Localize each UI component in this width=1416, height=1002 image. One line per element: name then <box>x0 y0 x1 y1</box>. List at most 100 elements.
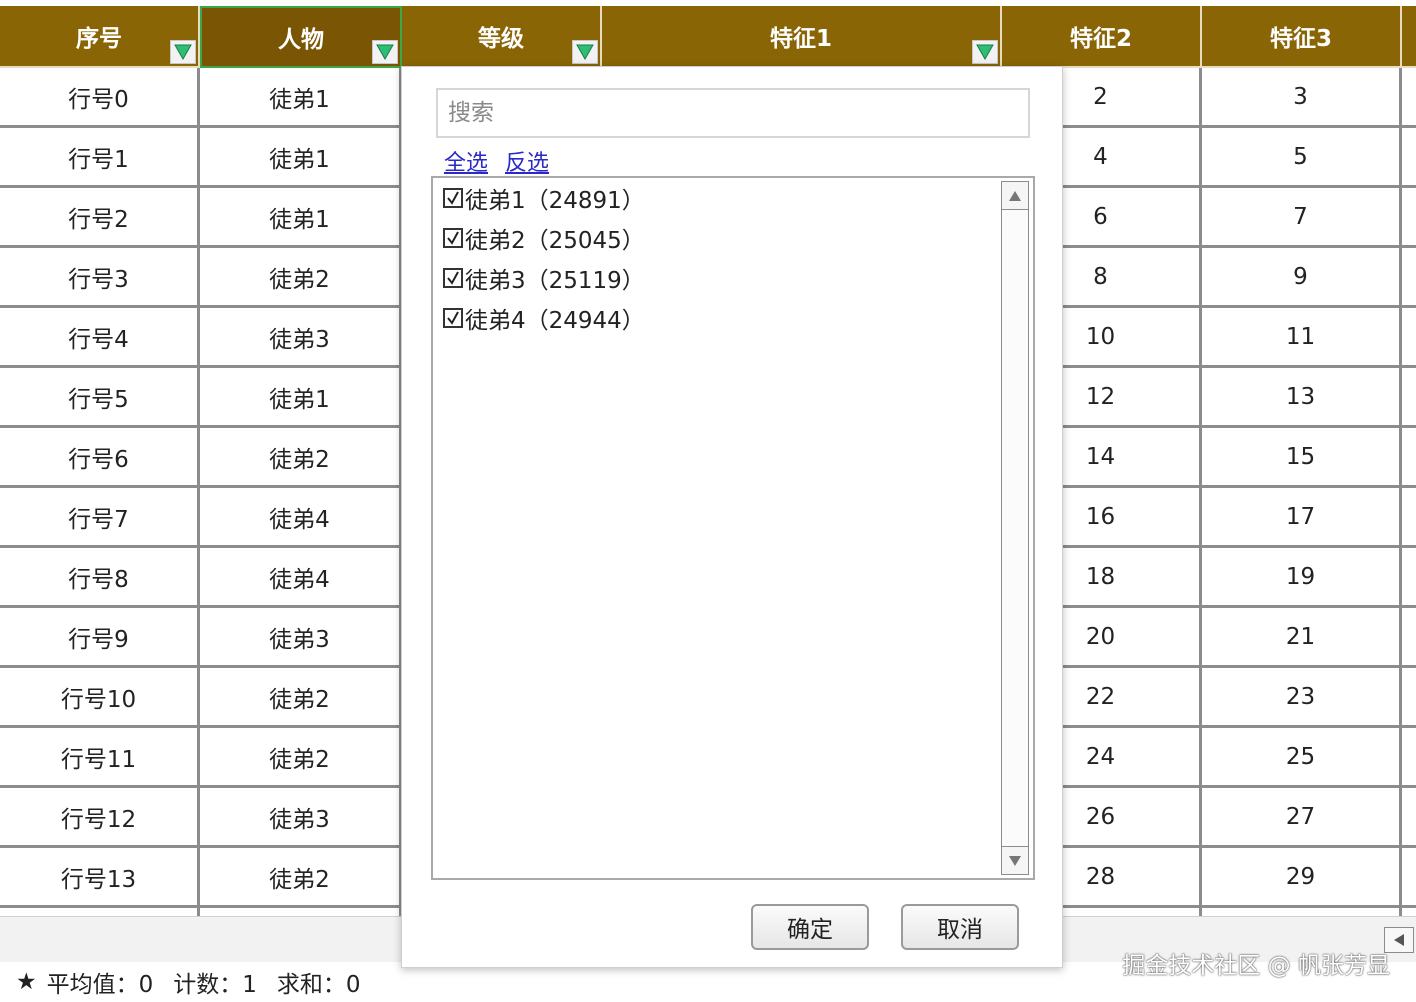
table-cell[interactable] <box>1402 848 1416 908</box>
table-cell[interactable]: 行号4 <box>0 308 200 368</box>
table-cell[interactable]: 行号8 <box>0 548 200 608</box>
table-cell[interactable]: 徒弟4 <box>200 548 402 608</box>
table-cell[interactable] <box>1402 728 1416 788</box>
select-all-link[interactable]: 全选 <box>444 151 488 176</box>
filter-triangle-icon <box>976 44 994 60</box>
table-cell[interactable] <box>1402 788 1416 848</box>
filter-triangle-icon <box>376 44 394 60</box>
column-header-label: 序号 <box>76 26 122 52</box>
table-cell[interactable]: 行号0 <box>0 68 200 128</box>
cancel-button[interactable]: 取消 <box>901 904 1019 950</box>
filter-list-item[interactable]: 徒弟2（25045） <box>443 221 645 255</box>
scroll-up-button[interactable] <box>1002 182 1028 210</box>
column-header-label: 等级 <box>478 26 524 52</box>
vertical-scrollbar[interactable] <box>1001 181 1029 875</box>
table-cell[interactable]: 徒弟4 <box>200 488 402 548</box>
table-cell[interactable] <box>1402 608 1416 668</box>
column-header-label: 特征2 <box>1069 26 1132 52</box>
table-cell[interactable]: 徒弟3 <box>200 788 402 848</box>
table-cell[interactable]: 行号6 <box>0 428 200 488</box>
table-cell[interactable]: 行号7 <box>0 488 200 548</box>
table-cell[interactable]: 27 <box>1202 788 1402 848</box>
table-cell[interactable]: 23 <box>1202 668 1402 728</box>
table-cell[interactable]: 行号10 <box>0 668 200 728</box>
column-header-person[interactable]: 人物 <box>200 6 402 68</box>
table-cell[interactable]: 9 <box>1202 248 1402 308</box>
table-cell[interactable] <box>1402 368 1416 428</box>
table-cell[interactable]: 徒弟2 <box>200 248 402 308</box>
column-header-label: 人物 <box>278 27 324 53</box>
checkbox-checked[interactable] <box>443 308 463 328</box>
filter-list-item[interactable]: 徒弟1（24891） <box>443 181 645 215</box>
table-cell[interactable]: 19 <box>1202 548 1402 608</box>
table-cell[interactable] <box>1402 668 1416 728</box>
table-cell[interactable]: 行号13 <box>0 848 200 908</box>
table-cell[interactable]: 行号12 <box>0 788 200 848</box>
table-cell[interactable]: 25 <box>1202 728 1402 788</box>
arrow-left-icon <box>1394 934 1404 946</box>
table-cell[interactable]: 徒弟3 <box>200 608 402 668</box>
table-cell[interactable]: 徒弟2 <box>200 848 402 908</box>
checkbox-checked[interactable] <box>443 228 463 248</box>
checkbox-checked[interactable] <box>443 188 463 208</box>
scroll-down-button[interactable] <box>1002 846 1028 874</box>
table-cell[interactable] <box>1402 908 1416 916</box>
table-cell[interactable]: 徒弟1 <box>200 368 402 428</box>
column-header-label: 特征1 <box>769 26 832 52</box>
table-cell[interactable]: 行号2 <box>0 188 200 248</box>
table-cell[interactable] <box>1402 548 1416 608</box>
table-cell[interactable] <box>1402 488 1416 548</box>
table-cell[interactable]: 行号9 <box>0 608 200 668</box>
table-cell[interactable] <box>1402 68 1416 128</box>
filter-dropdown-button[interactable] <box>170 40 196 64</box>
filter-list-item[interactable]: 徒弟3（25119） <box>443 261 645 295</box>
filter-triangle-icon <box>576 44 594 60</box>
table-cell[interactable]: 11 <box>1202 308 1402 368</box>
invert-selection-link[interactable]: 反选 <box>505 151 549 176</box>
column-header-feature1[interactable]: 特征1 <box>602 6 1002 68</box>
table-cell[interactable]: 29 <box>1202 848 1402 908</box>
column-header-level[interactable]: 等级 <box>402 6 602 68</box>
table-cell[interactable]: 13 <box>1202 368 1402 428</box>
table-cell[interactable]: 徒弟2 <box>200 728 402 788</box>
filter-dropdown-button[interactable] <box>372 40 398 64</box>
table-cell[interactable]: 15 <box>1202 428 1402 488</box>
checkmark-icon <box>447 231 459 245</box>
table-cell[interactable] <box>0 908 200 916</box>
table-cell[interactable]: 徒弟1 <box>200 188 402 248</box>
filter-list-item[interactable]: 徒弟4（24944） <box>443 301 645 335</box>
table-cell[interactable]: 5 <box>1202 128 1402 188</box>
filter-value-list[interactable]: 徒弟1（24891） 徒弟2（25045） 徒弟3（25119） 徒弟4（24944） <box>431 176 1035 880</box>
table-cell[interactable]: 21 <box>1202 608 1402 668</box>
checkmark-icon <box>447 191 459 205</box>
table-cell[interactable]: 徒弟2 <box>200 428 402 488</box>
column-header-feature3[interactable]: 特征3 <box>1202 6 1402 68</box>
table-cell[interactable]: 徒弟1 <box>200 68 402 128</box>
checkbox-checked[interactable] <box>443 268 463 288</box>
ok-button[interactable]: 确定 <box>751 904 869 950</box>
table-cell[interactable]: 行号3 <box>0 248 200 308</box>
table-cell[interactable]: 徒弟1 <box>200 128 402 188</box>
table-cell[interactable]: 7 <box>1202 188 1402 248</box>
table-cell[interactable]: 行号1 <box>0 128 200 188</box>
column-header-feature2[interactable]: 特征2 <box>1002 6 1202 68</box>
table-cell[interactable]: 3 <box>1202 68 1402 128</box>
table-cell[interactable]: 17 <box>1202 488 1402 548</box>
table-cell[interactable]: 徒弟2 <box>200 668 402 728</box>
table-cell[interactable] <box>1402 428 1416 488</box>
table-cell[interactable]: 行号5 <box>0 368 200 428</box>
table-cell[interactable] <box>1402 128 1416 188</box>
filter-dropdown-button[interactable] <box>972 40 998 64</box>
filter-dropdown-button[interactable] <box>572 40 598 64</box>
search-input[interactable] <box>436 88 1030 138</box>
table-cell[interactable] <box>1402 188 1416 248</box>
column-header-seq[interactable]: 序号 <box>0 6 200 68</box>
status-count: 计数：1 <box>173 972 257 998</box>
table-cell[interactable]: 徒弟3 <box>200 308 402 368</box>
table-cell[interactable] <box>1402 248 1416 308</box>
arrow-up-icon <box>1009 190 1021 201</box>
table-cell[interactable] <box>1202 908 1402 916</box>
table-cell[interactable] <box>200 908 402 916</box>
table-cell[interactable] <box>1402 308 1416 368</box>
table-cell[interactable]: 行号11 <box>0 728 200 788</box>
